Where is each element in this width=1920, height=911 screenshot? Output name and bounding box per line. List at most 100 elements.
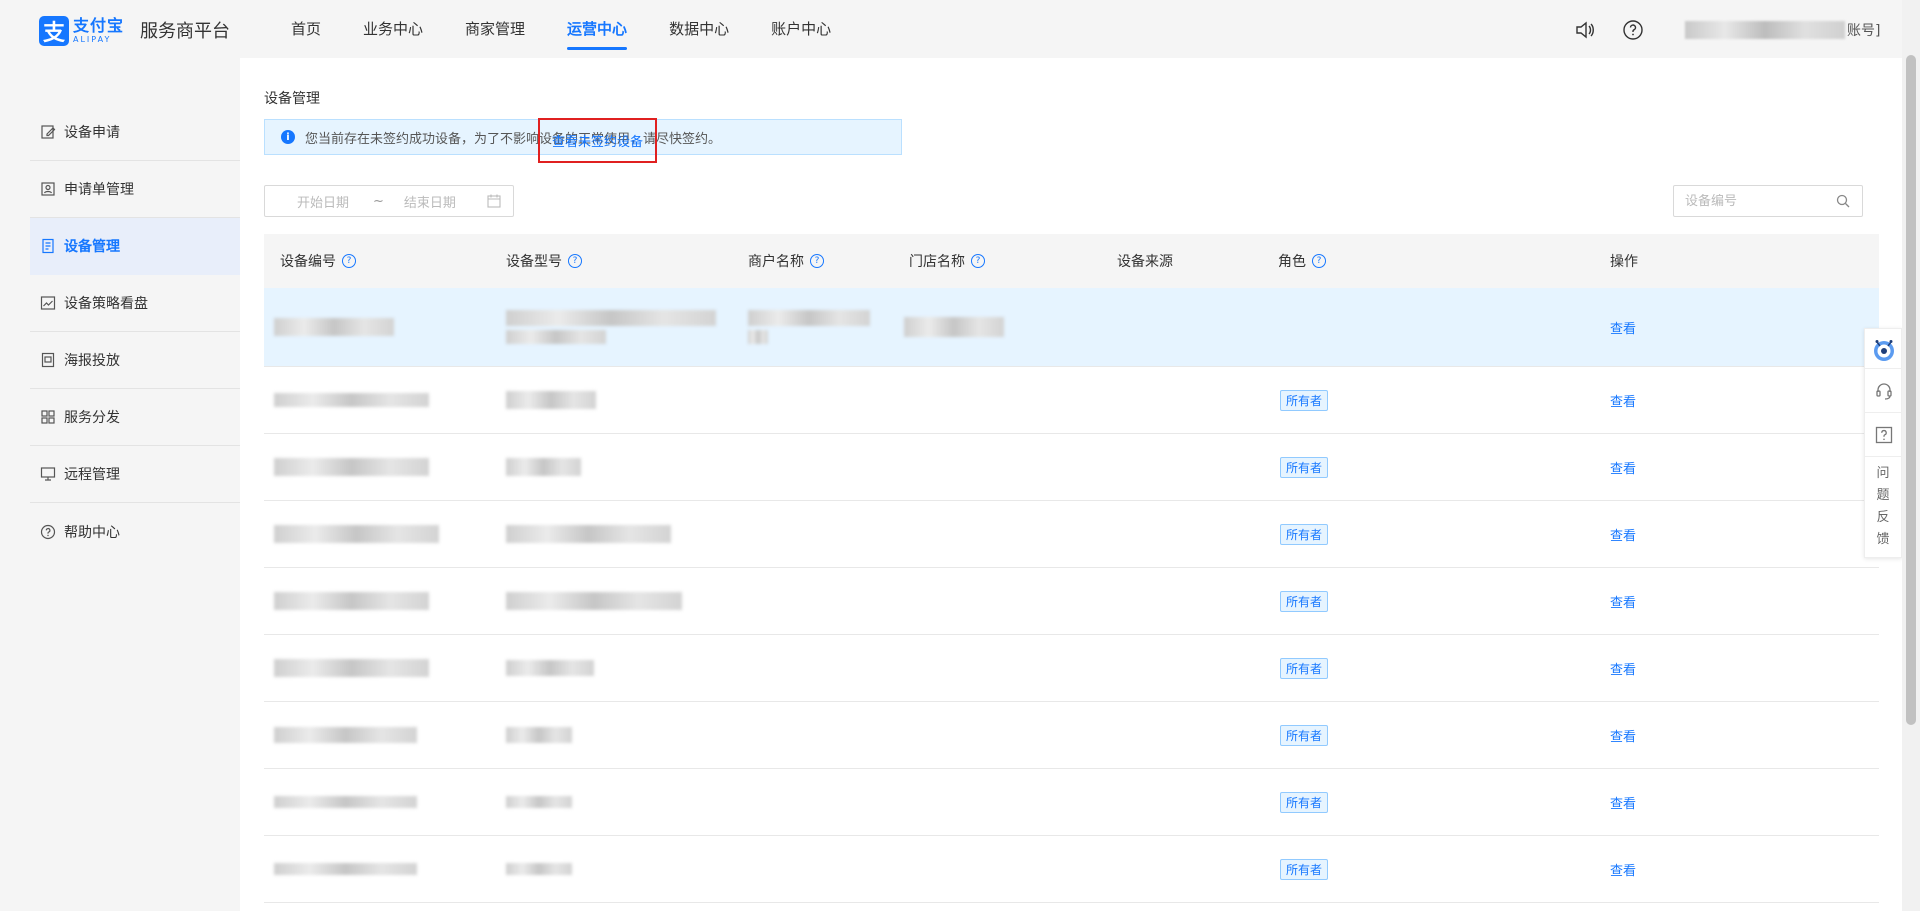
cell-device-model <box>506 434 581 500</box>
feedback-char: 题 <box>1876 488 1890 503</box>
redacted-text <box>274 863 417 875</box>
device-search-input[interactable] <box>1685 193 1835 209</box>
sidebar-item-device-manage[interactable]: 设备管理 <box>30 218 240 275</box>
platform-name: 服务商平台 <box>140 21 230 42</box>
nav-operations[interactable]: 运营中心 <box>546 0 648 58</box>
cell-role: 所有者 <box>1280 434 1329 500</box>
search-icon[interactable] <box>1836 194 1850 208</box>
alipay-logo[interactable]: 支 支付宝 ALIPAY <box>39 16 124 46</box>
col-label: 操作 <box>1610 254 1638 270</box>
view-link[interactable]: 查看 <box>1610 793 1636 812</box>
cell-device-no <box>274 635 429 701</box>
col-label: 门店名称 <box>909 254 965 270</box>
date-range-picker[interactable]: 开始日期 ~ 结束日期 <box>264 185 514 217</box>
cell-store-name <box>904 288 1004 366</box>
cell-device-no <box>274 434 429 500</box>
table-row[interactable]: 所有者 查看 <box>264 367 1879 434</box>
sidebar-item-strategy-board[interactable]: 设备策略看盘 <box>30 275 240 332</box>
question-icon[interactable]: ? <box>342 254 356 268</box>
cell-action: 查看 <box>1610 769 1636 835</box>
table-row[interactable]: 所有者 查看 <box>264 635 1879 702</box>
view-link[interactable]: 查看 <box>1610 726 1636 745</box>
cell-device-no <box>274 769 417 835</box>
sidebar-item-label: 服务分发 <box>64 410 120 426</box>
table-row[interactable]: 查看 <box>264 288 1879 367</box>
col-device-source: 设备来源 <box>1117 234 1173 288</box>
role-tag: 所有者 <box>1280 389 1329 411</box>
cell-device-no <box>274 568 429 634</box>
col-action: 操作 <box>1610 234 1638 288</box>
redacted-text <box>274 458 429 476</box>
sidebar-item-service-dispatch[interactable]: 服务分发 <box>30 389 240 446</box>
main-content: 设备管理 i 您当前存在未签约成功设备，为了不影响设备的正常使用，请尽快签约。 … <box>240 58 1902 911</box>
question-icon[interactable]: ? <box>971 254 985 268</box>
col-label: 设备来源 <box>1117 254 1173 270</box>
sidebar-item-help-center[interactable]: 帮助中心 <box>30 503 240 560</box>
question-icon[interactable]: ? <box>810 254 824 268</box>
nav-business[interactable]: 业务中心 <box>342 0 444 58</box>
end-date-input[interactable]: 结束日期 <box>404 192 456 211</box>
calendar-icon <box>487 194 501 208</box>
start-date-input[interactable]: 开始日期 <box>297 192 349 211</box>
role-tag: 所有者 <box>1280 523 1329 545</box>
top-bar: 支 支付宝 ALIPAY 服务商平台 首页 业务中心 商家管理 运营中心 数据中… <box>0 0 1902 58</box>
table-row[interactable]: 所有者 查看 <box>264 568 1879 635</box>
account-suffix: 账号] <box>1847 23 1881 39</box>
redacted-text <box>506 796 572 808</box>
grid-icon <box>40 409 56 425</box>
customer-service-icon[interactable] <box>1865 369 1903 413</box>
cell-device-model <box>506 702 572 768</box>
table-row[interactable]: 所有者 查看 <box>264 702 1879 769</box>
nav-home[interactable]: 首页 <box>270 0 342 58</box>
account-menu[interactable]: 账号] <box>1685 20 1880 40</box>
feedback-char: 反 <box>1876 510 1890 525</box>
sidebar-item-remote-manage[interactable]: 远程管理 <box>30 446 240 503</box>
col-label: 商户名称 <box>748 254 804 270</box>
nav-account[interactable]: 账户中心 <box>750 0 852 58</box>
form-icon <box>40 181 56 197</box>
nav-merchant[interactable]: 商家管理 <box>444 0 546 58</box>
nav-data[interactable]: 数据中心 <box>648 0 750 58</box>
role-tag: 所有者 <box>1280 724 1329 746</box>
view-link[interactable]: 查看 <box>1610 860 1636 879</box>
robot-assistant-icon[interactable] <box>1865 329 1903 369</box>
feedback-button[interactable]: 问 题 反 馈 <box>1865 457 1901 557</box>
view-link[interactable]: 查看 <box>1610 458 1636 477</box>
redacted-text <box>506 525 671 543</box>
redacted-text <box>274 592 429 610</box>
cell-device-no <box>274 702 417 768</box>
view-link[interactable]: 查看 <box>1610 592 1636 611</box>
redacted-text <box>904 317 1004 337</box>
table-row[interactable]: 所有者 查看 <box>264 836 1879 903</box>
cell-action: 查看 <box>1610 635 1636 701</box>
question-icon[interactable]: ? <box>1312 254 1326 268</box>
redacted-text <box>506 458 581 476</box>
table-row[interactable]: 所有者 查看 <box>264 434 1879 501</box>
speaker-icon[interactable] <box>1574 19 1596 41</box>
table-row[interactable]: 所有者 查看 <box>264 501 1879 568</box>
redacted-text <box>506 660 594 676</box>
role-tag: 所有者 <box>1280 590 1329 612</box>
view-link[interactable]: 查看 <box>1610 525 1636 544</box>
col-store-name: 门店名称? <box>909 234 985 288</box>
scrollbar-thumb[interactable] <box>1906 55 1916 725</box>
view-unsigned-devices-link[interactable]: 查看未签约设备 <box>538 118 657 163</box>
cell-role: 所有者 <box>1280 702 1329 768</box>
question-icon[interactable]: ? <box>568 254 582 268</box>
page-scrollbar[interactable] <box>1902 0 1920 911</box>
view-link[interactable]: 查看 <box>1610 659 1636 678</box>
chart-icon <box>40 295 56 311</box>
sidebar-item-application-manage[interactable]: 申请单管理 <box>30 161 240 218</box>
float-toolbar: 问 题 反 馈 <box>1864 328 1903 558</box>
view-link[interactable]: 查看 <box>1610 318 1636 337</box>
help-icon[interactable] <box>1622 19 1644 41</box>
table-row[interactable]: 所有者 查看 <box>264 769 1879 836</box>
question-box-icon[interactable] <box>1865 413 1903 457</box>
sidebar-item-device-apply[interactable]: 设备申请 <box>30 104 240 161</box>
alipay-logo-mark: 支 <box>39 16 69 46</box>
sidebar-item-poster[interactable]: 海报投放 <box>30 332 240 389</box>
redacted-text <box>748 310 870 326</box>
cell-role: 所有者 <box>1280 836 1329 902</box>
view-link[interactable]: 查看 <box>1610 391 1636 410</box>
date-separator: ~ <box>373 193 384 209</box>
